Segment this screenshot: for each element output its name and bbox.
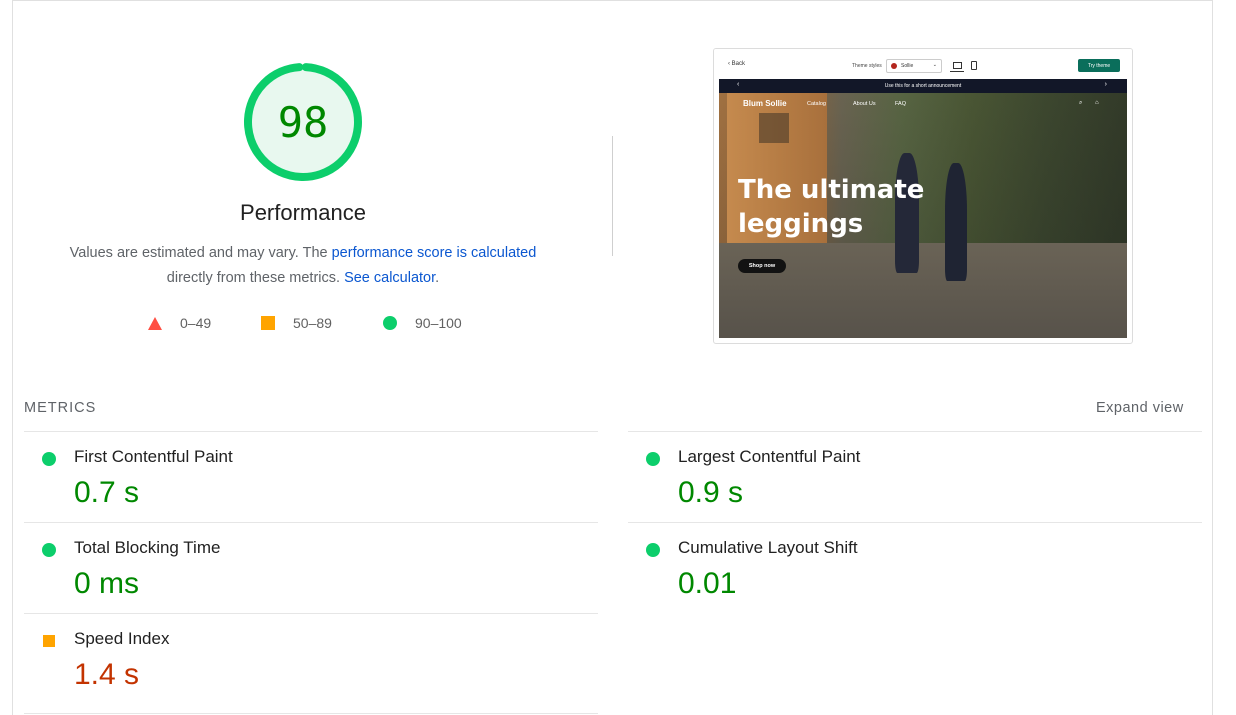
chevron-right-icon: › xyxy=(1104,81,1107,88)
score-description: Values are estimated and may vary. The p… xyxy=(43,241,563,291)
score-calculated-link[interactable]: performance score is calculated xyxy=(332,245,537,261)
storefront-preview: ‹ Use this for a short announcement › Bl… xyxy=(719,79,1127,338)
chevron-left-icon: ‹ xyxy=(728,61,730,67)
frame-left-border xyxy=(12,0,13,715)
metric-speed-index: Speed Index 1.4 s xyxy=(24,614,584,704)
metric-divider xyxy=(24,713,598,714)
final-screenshot[interactable]: ‹ Back Theme styles Sollie ⌄ Try theme ‹… xyxy=(713,48,1133,344)
desc-prefix: Values are estimated and may vary. The xyxy=(69,245,332,261)
hero-window-shape xyxy=(759,113,789,143)
color-swatch-icon xyxy=(891,63,897,69)
metric-title: Largest Contentful Paint xyxy=(678,447,861,466)
pass-circle-icon xyxy=(646,452,660,466)
legend-average: 50–89 xyxy=(261,315,332,331)
metric-value: 0.9 s xyxy=(678,476,744,509)
frame-top-border xyxy=(12,0,1213,1)
theme-styles-label: Theme styles xyxy=(852,63,882,69)
desc-middle: directly from these metrics. xyxy=(166,270,345,286)
hero-image: Blum Sollie Catalog About Us FAQ ⌕ ⌂ The… xyxy=(719,93,1127,338)
nav-link-faq: FAQ xyxy=(895,101,907,107)
square-icon xyxy=(261,316,275,330)
theme-style-value: Sollie xyxy=(901,63,914,69)
triangle-icon xyxy=(148,316,162,330)
nav-link-about: About Us xyxy=(853,101,876,107)
legend-fail-range: 0–49 xyxy=(180,315,212,331)
metric-title: Total Blocking Time xyxy=(74,538,221,557)
frame-right-border xyxy=(1212,0,1213,715)
chevron-left-icon: ‹ xyxy=(737,81,740,88)
metric-title: First Contentful Paint xyxy=(74,447,233,466)
metrics-heading: METRICS xyxy=(24,400,97,416)
back-label: Back xyxy=(731,61,746,67)
desc-suffix: . xyxy=(435,270,440,286)
announcement-bar: ‹ Use this for a short announcement › xyxy=(719,79,1127,93)
nav-link-catalog: Catalog xyxy=(807,101,826,107)
category-label: Performance xyxy=(240,200,366,225)
desktop-icon xyxy=(953,62,962,69)
expand-view-toggle[interactable]: Expand view xyxy=(1096,400,1184,416)
pass-circle-icon xyxy=(42,543,56,557)
store-brand: Blum Sollie xyxy=(743,99,787,108)
metric-cumulative-layout-shift: Cumulative Layout Shift 0.01 xyxy=(628,523,1188,613)
see-calculator-link[interactable]: See calculator xyxy=(344,270,435,286)
legend-average-range: 50–89 xyxy=(293,315,332,331)
metric-title: Cumulative Layout Shift xyxy=(678,538,858,557)
try-theme-button: Try theme xyxy=(1078,59,1120,72)
mobile-icon xyxy=(971,61,977,70)
announcement-text: Use this for a short announcement xyxy=(884,83,962,89)
chevron-down-icon: ⌄ xyxy=(932,62,937,68)
circle-icon xyxy=(383,316,397,330)
performance-gauge[interactable]: 98 xyxy=(243,62,363,182)
hero-street-shape xyxy=(719,243,1127,338)
theme-preview-toolbar: ‹ Back Theme styles Sollie ⌄ Try theme xyxy=(714,49,1132,79)
metric-total-blocking-time: Total Blocking Time 0 ms xyxy=(24,523,584,613)
average-square-icon xyxy=(43,635,55,647)
pass-circle-icon xyxy=(42,452,56,466)
legend-fail: 0–49 xyxy=(148,315,211,331)
desktop-selected-underline xyxy=(950,71,964,72)
metric-value: 0.01 xyxy=(678,567,737,600)
hero-title: The ultimate leggings xyxy=(738,175,925,239)
metric-value: 0 ms xyxy=(74,567,140,600)
metric-value: 1.4 s xyxy=(74,658,140,691)
metric-first-contentful-paint: First Contentful Paint 0.7 s xyxy=(24,432,584,522)
shop-now-button: Shop now xyxy=(738,259,786,273)
legend-pass-range: 90–100 xyxy=(415,315,462,331)
theme-style-select: Sollie ⌄ xyxy=(886,59,942,73)
gauge-score: 98 xyxy=(277,97,329,147)
metric-title: Speed Index xyxy=(74,629,170,648)
legend-pass: 90–100 xyxy=(383,315,462,331)
pass-circle-icon xyxy=(646,543,660,557)
metric-largest-contentful-paint: Largest Contentful Paint 0.9 s xyxy=(628,432,1188,522)
cart-icon: ⌂ xyxy=(1095,100,1099,106)
search-icon: ⌕ xyxy=(1079,100,1083,106)
metric-value: 0.7 s xyxy=(74,476,140,509)
back-link: ‹ Back xyxy=(728,61,745,67)
vertical-divider xyxy=(612,136,613,256)
